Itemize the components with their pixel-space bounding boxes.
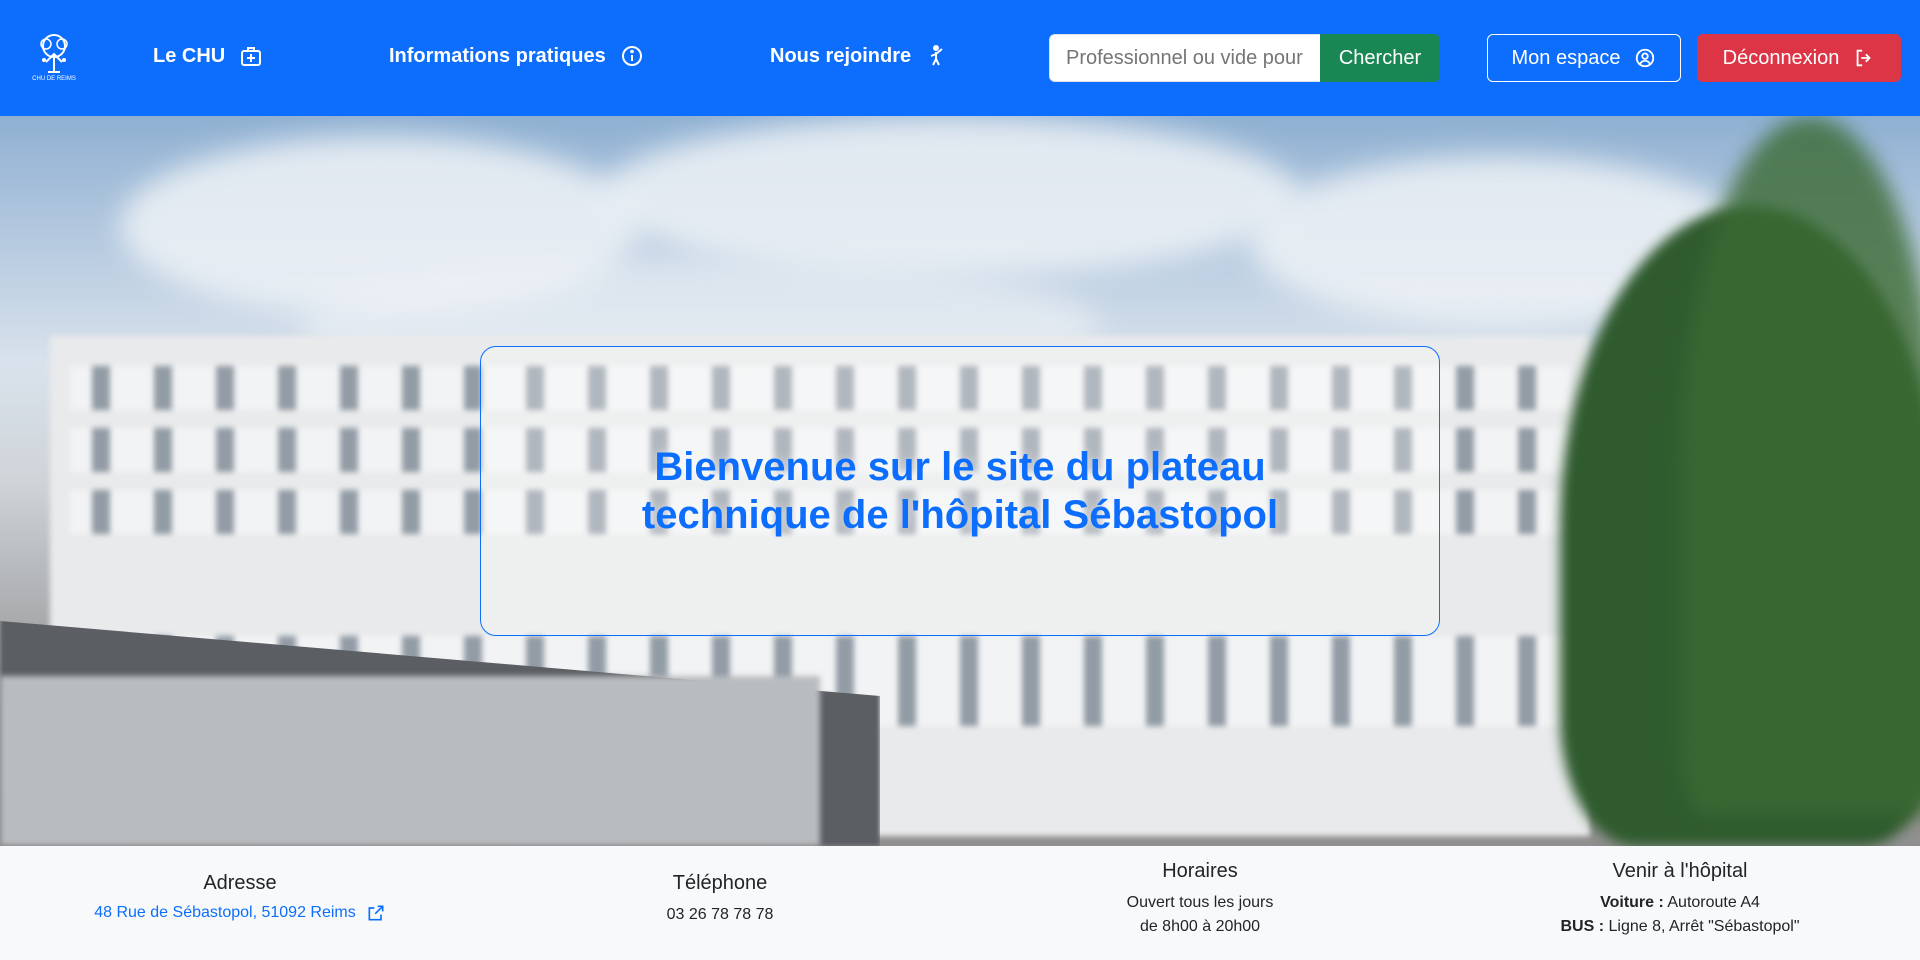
entrance-wall	[0, 676, 820, 846]
mon-espace-button[interactable]: Mon espace	[1487, 34, 1681, 82]
nav-join-label: Nous rejoindre	[770, 44, 912, 67]
nav-le-chu-label: Le CHU	[153, 44, 226, 67]
logout-button[interactable]: Déconnexion	[1697, 34, 1901, 82]
person-waving-icon	[930, 45, 943, 66]
footer-address: Adresse 48 Rue de Sébastopol, 51092 Reim…	[40, 872, 440, 923]
hours-line-1: Ouvert tous les jours	[1126, 894, 1274, 911]
bus-label: BUS :	[1560, 918, 1605, 935]
footer-access: Venir à l'hôpital Voiture : Autoroute A4…	[1480, 860, 1880, 939]
external-link-icon	[368, 905, 384, 921]
top-navbar: CHU DE REIMS Le CHU Informations pratiqu…	[0, 0, 1920, 116]
tree-image	[1680, 116, 1920, 816]
welcome-title: Bienvenue sur le site du plateau techniq…	[641, 445, 1279, 537]
nav-informations-pratiques[interactable]: Informations pratiques	[389, 44, 644, 68]
car-value: Autoroute A4	[1667, 894, 1760, 911]
address-value: 48 Rue de Sébastopol, 51092 Reims	[94, 904, 356, 921]
info-footer: Adresse 48 Rue de Sébastopol, 51092 Reim…	[0, 846, 1920, 960]
nav-le-chu[interactable]: Le CHU	[153, 44, 263, 68]
info-circle-icon	[621, 46, 642, 66]
medical-kit-icon	[241, 47, 262, 66]
access-bus: BUS : Ligne 8, Arrêt "Sébastopol"	[1480, 915, 1880, 939]
nav-info-label: Informations pratiques	[389, 44, 606, 67]
address-title: Adresse	[203, 872, 277, 894]
user-circle-icon	[1636, 48, 1655, 68]
hours-title: Horaires	[1162, 860, 1238, 882]
access-car: Voiture : Autoroute A4	[1480, 891, 1880, 915]
nav-nous-rejoindre[interactable]: Nous rejoindre	[770, 44, 949, 68]
search-input[interactable]	[1049, 34, 1320, 82]
search-form: Chercher	[1049, 34, 1440, 82]
hero-banner: Bienvenue sur le site du plateau techniq…	[0, 116, 1920, 846]
address-link[interactable]: 48 Rue de Sébastopol, 51092 Reims	[94, 903, 386, 923]
car-label: Voiture :	[1600, 894, 1664, 911]
phone-value: 03 26 78 78 78	[666, 906, 774, 923]
logo-text: CHU DE REIMS	[32, 76, 76, 82]
access-title: Venir à l'hôpital	[1612, 860, 1748, 882]
search-button[interactable]: Chercher	[1320, 34, 1440, 82]
bus-value: Ligne 8, Arrêt "Sébastopol"	[1608, 918, 1800, 935]
logout-icon	[1857, 49, 1872, 67]
chu-reims-logo[interactable]: CHU DE REIMS	[32, 32, 76, 86]
hours-line-2: de 8h00 à 20h00	[1139, 918, 1261, 935]
footer-hours: Horaires Ouvert tous les jours de 8h00 à…	[1000, 860, 1400, 939]
phone-title: Téléphone	[672, 872, 768, 894]
mon-espace-label: Mon espace	[1511, 46, 1621, 69]
logout-label: Déconnexion	[1722, 46, 1840, 69]
footer-phone: Téléphone 03 26 78 78 78	[520, 872, 920, 927]
background-cloud	[600, 116, 1300, 276]
welcome-card: Bienvenue sur le site du plateau techniq…	[480, 346, 1440, 636]
